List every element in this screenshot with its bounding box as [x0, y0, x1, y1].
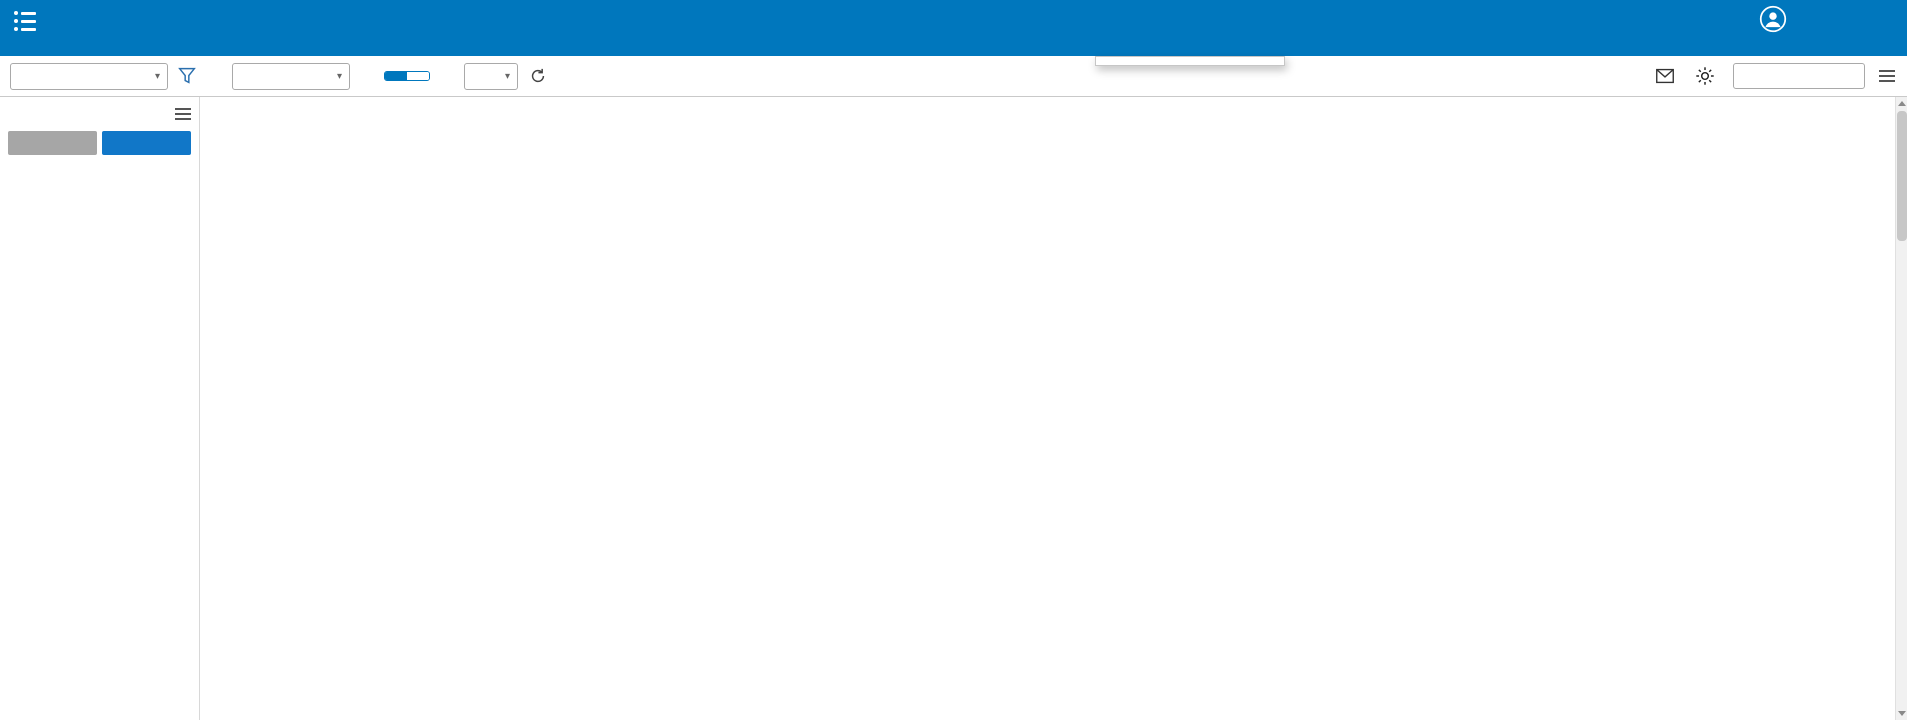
search-button[interactable]: [102, 131, 191, 155]
mail-icon[interactable]: [1653, 65, 1677, 87]
add-vessel-input[interactable]: [1733, 63, 1865, 89]
predictive-no-button[interactable]: [407, 72, 429, 80]
table-header: [200, 104, 1907, 127]
criteria-menu-icon[interactable]: [175, 105, 191, 123]
menu-icon[interactable]: [1879, 67, 1895, 85]
chevron-down-icon: ▾: [331, 71, 342, 82]
predictive-toggle: [384, 71, 430, 81]
predictive-yes-button[interactable]: [385, 72, 407, 80]
filter-icon[interactable]: [176, 65, 198, 87]
user-account-button[interactable]: [1759, 5, 1787, 35]
view-select[interactable]: ▾: [232, 63, 350, 90]
scroll-down-arrow[interactable]: [1896, 707, 1907, 720]
chevron-down-icon: ▾: [499, 71, 510, 82]
avatar: [1759, 5, 1787, 33]
app-list-icon[interactable]: [14, 9, 36, 31]
brand: [14, 9, 46, 31]
scroll-up-arrow[interactable]: [1896, 97, 1907, 110]
vertical-scrollbar[interactable]: [1895, 97, 1907, 720]
scrollbar-thumb[interactable]: [1897, 111, 1907, 241]
saved-searches-select[interactable]: ▾: [10, 63, 168, 90]
top-navbar: [0, 0, 1907, 56]
save-button[interactable]: [8, 131, 97, 155]
other-actions-menu: [1095, 56, 1285, 66]
navbar-right: [1759, 5, 1889, 35]
brightness-icon[interactable]: [1693, 65, 1717, 87]
positions-table: [200, 97, 1907, 720]
refresh-icon[interactable]: [528, 66, 548, 86]
speed-select[interactable]: ▾: [464, 63, 518, 90]
toolbar: ▾ ▾ ▾: [0, 56, 1907, 97]
search-criteria-panel: [0, 97, 200, 720]
chevron-down-icon: ▾: [149, 71, 160, 82]
